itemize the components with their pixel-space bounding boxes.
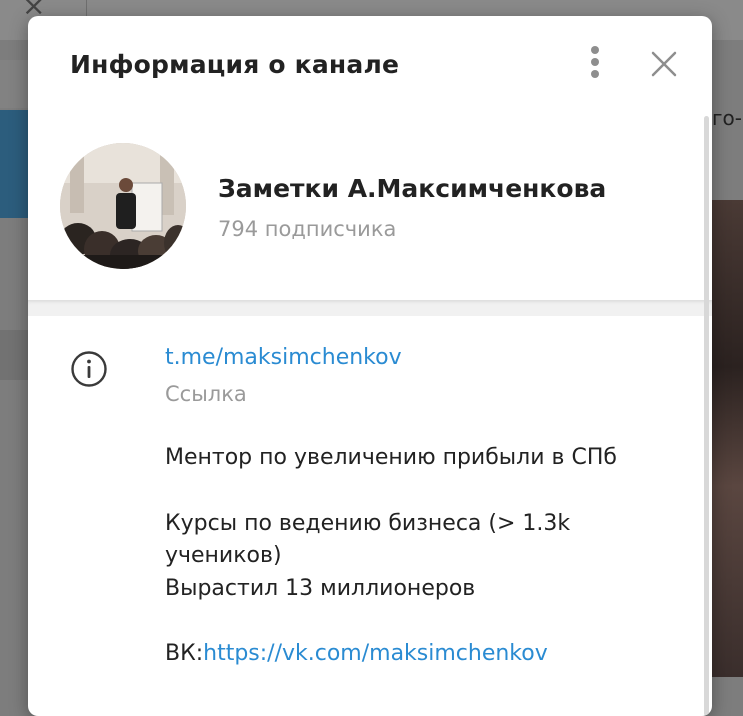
channel-info-section: t.me/maksimchenkov Ссылка Ментор по увел… — [28, 316, 704, 716]
subscriber-count: 794 подписчика — [218, 217, 397, 241]
section-divider — [28, 300, 712, 316]
background-panel — [0, 60, 28, 108]
background-panel-row — [0, 330, 28, 380]
background-selected-chat — [0, 110, 28, 218]
description-line: учеников) — [165, 543, 282, 568]
dialog-header: Информация о канале — [28, 16, 712, 116]
background-photo — [712, 200, 743, 677]
background-text-fragment: го- — [712, 106, 742, 130]
vk-prefix: ВК: — [165, 641, 204, 666]
dialog-title: Информация о канале — [70, 50, 400, 79]
close-icon[interactable] — [648, 48, 680, 80]
description-vk-line: ВК:https://vk.com/maksimchenkov — [165, 638, 665, 671]
vk-link[interactable]: https://vk.com/maksimchenkov — [203, 641, 548, 666]
channel-avatar[interactable] — [60, 143, 186, 269]
channel-description: Ментор по увеличению прибыли в СПб Курсы… — [165, 442, 665, 671]
link-caption: Ссылка — [165, 382, 247, 406]
more-vertical-icon[interactable] — [586, 46, 604, 82]
info-icon — [70, 350, 108, 388]
channel-name: Заметки А.Максимченкова — [218, 174, 607, 203]
description-line: Ментор по увеличению прибыли в СПб — [165, 445, 617, 470]
description-line: Курсы по ведению бизнеса (> 1.3k — [165, 510, 571, 536]
scrollbar[interactable] — [704, 116, 709, 716]
channel-info-dialog: Информация о канале Заметки А.Максимченк… — [28, 16, 712, 716]
description-line: Вырастил 13 миллионеров — [165, 575, 476, 601]
channel-profile: Заметки А.Максимченкова 794 подписчика — [28, 116, 712, 300]
channel-link[interactable]: t.me/maksimchenkov — [165, 345, 402, 370]
